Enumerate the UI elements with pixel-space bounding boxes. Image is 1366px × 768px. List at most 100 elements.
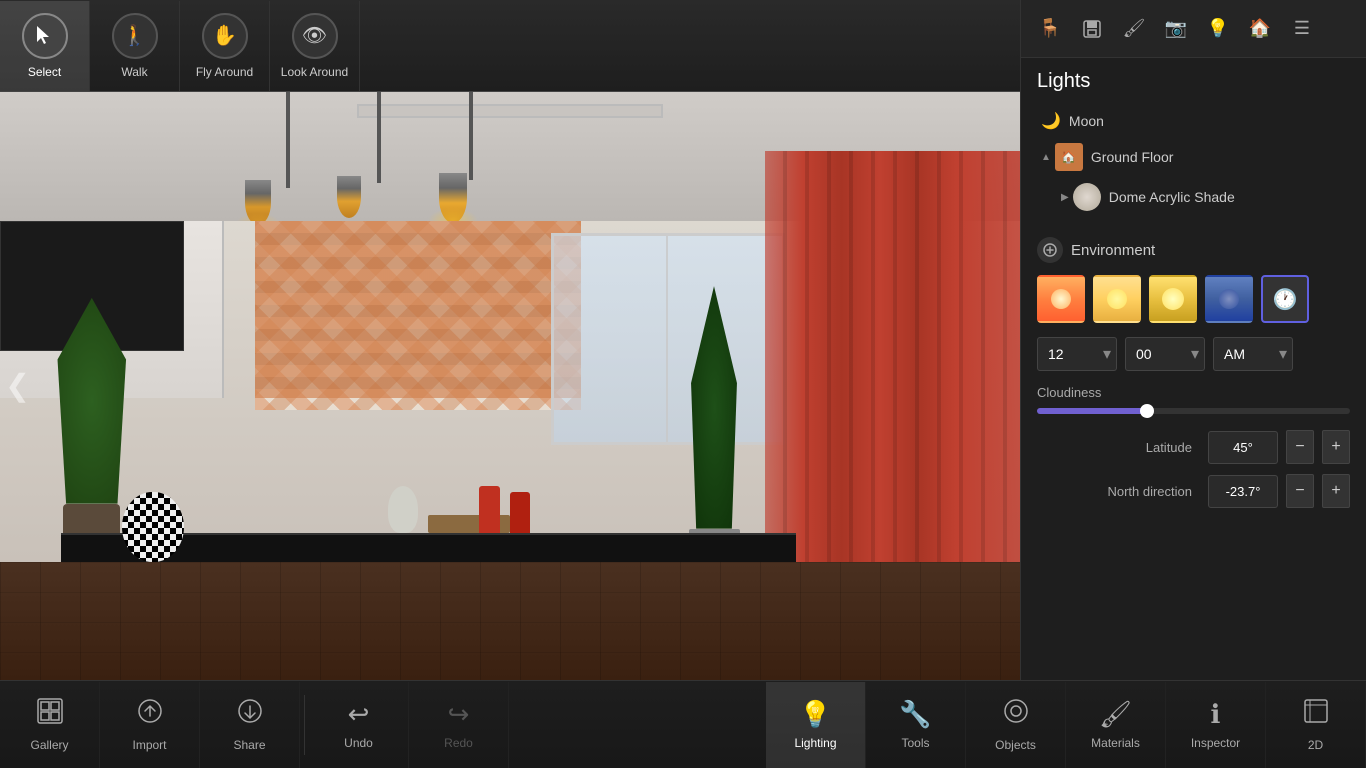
tree-item-moon[interactable]: 🌙 Moon [1037,105,1350,137]
cloudiness-slider[interactable] [1037,408,1350,414]
preset-dawn[interactable] [1037,275,1085,323]
custom-clock-icon: 🕐 [1273,287,1298,312]
tree-item-moon-label: Moon [1069,113,1104,129]
top-toolbar: Select 🚶 Walk ✋ Fly Around 👁 Look Around [0,0,1020,92]
environment-label: Environment [1071,242,1155,259]
redo-label: Redo [444,736,473,750]
objects-icon [1002,697,1030,732]
hour-select-wrapper: 12123 69 [1037,337,1117,371]
minute-select[interactable]: 00153045 [1125,337,1205,371]
minute-select-wrapper: 00153045 [1125,337,1205,371]
import-icon [136,697,164,732]
preset-afternoon[interactable] [1205,275,1253,323]
latitude-increase-btn[interactable]: + [1322,430,1350,464]
inspector-icon: ℹ [1211,699,1221,730]
panel-paint-icon[interactable]: 🖌 [1113,8,1155,50]
latitude-row: Latitude 45° − + [1037,430,1350,464]
nav-prev-arrow[interactable]: ❮ [5,369,30,404]
tree-item-ground-floor[interactable]: ▲ 🏠 Ground Floor [1037,137,1350,177]
preset-custom[interactable]: 🕐 [1261,275,1309,323]
expand-ground-floor-icon: ▲ [1041,152,1051,163]
import-label: Import [132,738,166,752]
gallery-icon [36,697,64,732]
tree-item-dome[interactable]: ▶ Dome Acrylic Shade [1057,177,1350,217]
tools-button[interactable]: 🔧 Tools [866,682,966,768]
north-direction-decrease-btn[interactable]: − [1286,474,1314,508]
gallery-label: Gallery [30,738,68,752]
ampm-select-wrapper: AMPM [1213,337,1293,371]
latitude-label: Latitude [1037,440,1200,455]
inspector-button[interactable]: ℹ Inspector [1166,682,1266,768]
lighting-icon: 💡 [799,699,831,730]
panel-save-icon[interactable] [1071,8,1113,50]
moon-icon: 🌙 [1041,111,1061,131]
panel-list-icon[interactable]: ☰ [1281,8,1323,50]
viewport[interactable]: ❮ [0,92,1020,680]
2d-label: 2D [1308,738,1323,752]
time-row: 12123 69 00153045 AMPM [1037,337,1350,371]
gallery-button[interactable]: Gallery [0,682,100,768]
panel-home-icon[interactable]: 🏠 [1239,8,1281,50]
lights-section: Lights 🌙 Moon ▲ 🏠 Ground Floor ▶ Dome Ac… [1021,58,1366,229]
panel-icon-bar: 🪑 🖌 📷 💡 🏠 ☰ [1021,0,1366,58]
materials-button[interactable]: 🖌 Materials [1066,682,1166,768]
tree-item-dome-label: Dome Acrylic Shade [1109,189,1235,205]
lights-title: Lights [1037,70,1350,93]
inspector-label: Inspector [1191,736,1240,750]
materials-label: Materials [1091,736,1140,750]
materials-icon: 🖌 [1099,699,1132,730]
environment-toggle[interactable] [1037,237,1063,263]
objects-label: Objects [995,738,1036,752]
expand-dome-icon: ▶ [1061,192,1069,203]
share-button[interactable]: Share [200,682,300,768]
scene-background: ❮ [0,92,1020,680]
time-presets: 🕐 [1037,275,1350,323]
tool-walk[interactable]: 🚶 Walk [90,1,180,91]
right-panel: 🪑 🖌 📷 💡 🏠 ☰ Lights 🌙 Moon ▲ 🏠 Ground Flo… [1020,0,1366,680]
cloudiness-fill [1037,408,1147,414]
tool-look-around[interactable]: 👁 Look Around [270,1,360,91]
panel-camera-icon[interactable]: 📷 [1155,8,1197,50]
cloudiness-label: Cloudiness [1037,385,1350,400]
north-direction-label: North direction [1037,484,1200,499]
environment-section: Environment 🕐 12123 [1021,229,1366,526]
preset-morning[interactable] [1093,275,1141,323]
lighting-button[interactable]: 💡 Lighting [766,682,866,768]
tool-fly-around[interactable]: ✋ Fly Around [180,1,270,91]
tool-walk-label: Walk [121,65,147,79]
ampm-select[interactable]: AMPM [1213,337,1293,371]
panel-light-icon[interactable]: 💡 [1197,8,1239,50]
cloudiness-thumb[interactable] [1140,404,1154,418]
2d-button[interactable]: 2D [1266,682,1366,768]
tools-icon: 🔧 [899,699,931,730]
objects-button[interactable]: Objects [966,682,1066,768]
redo-icon: ↪ [448,699,470,730]
tool-select[interactable]: Select [0,1,90,91]
toolbar-divider-1 [304,695,305,755]
north-direction-increase-btn[interactable]: + [1322,474,1350,508]
share-icon [236,697,264,732]
ground-floor-thumb: 🏠 [1055,143,1083,171]
import-button[interactable]: Import [100,682,200,768]
undo-label: Undo [344,736,373,750]
undo-button[interactable]: ↩ Undo [309,682,409,768]
north-direction-row: North direction -23.7° − + [1037,474,1350,508]
latitude-value: 45° [1208,431,1278,464]
panel-furniture-icon[interactable]: 🪑 [1029,8,1071,50]
tool-fly-around-label: Fly Around [196,65,253,79]
undo-icon: ↩ [348,699,370,730]
redo-button[interactable]: ↪ Redo [409,682,509,768]
lighting-label: Lighting [794,736,836,750]
ceiling-recess [357,104,663,119]
tool-select-label: Select [28,65,61,79]
latitude-decrease-btn[interactable]: − [1286,430,1314,464]
environment-header[interactable]: Environment [1037,237,1350,263]
dome-thumb [1073,183,1101,211]
share-label: Share [233,738,265,752]
tree-item-ground-floor-label: Ground Floor [1091,149,1173,165]
tools-label: Tools [901,736,929,750]
hour-select[interactable]: 12123 69 [1037,337,1117,371]
2d-icon [1302,697,1330,732]
preset-noon[interactable] [1149,275,1197,323]
north-direction-value: -23.7° [1208,475,1278,508]
